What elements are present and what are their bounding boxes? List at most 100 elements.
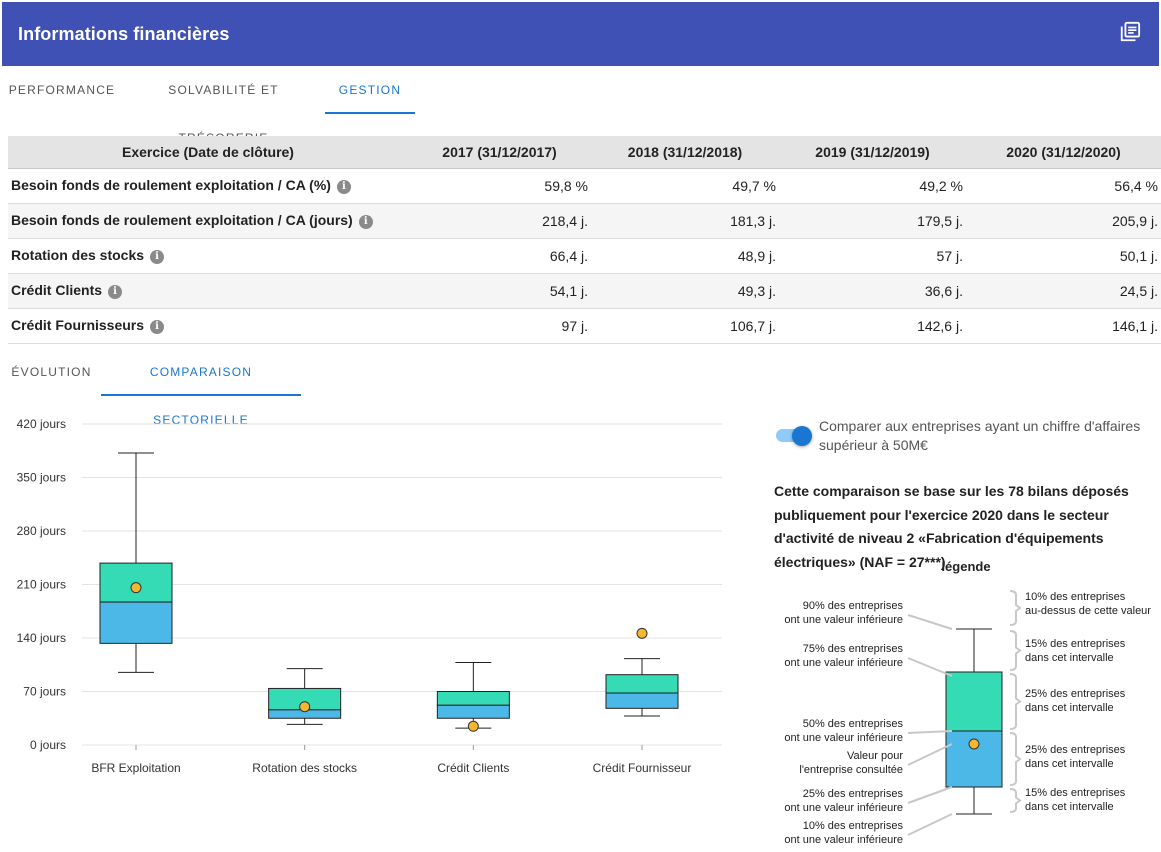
column-header: 2018 (31/12/2018): [591, 136, 779, 169]
legend-pointer-arrow: [907, 730, 953, 734]
box-lower-quartile: [436, 704, 510, 719]
column-header: 2017 (31/12/2017): [408, 136, 591, 169]
info-icon[interactable]: i: [358, 215, 373, 229]
x-category-label: Rotation des stocks: [252, 761, 357, 775]
table-cell: 66,4 j.: [408, 238, 591, 274]
legend-bracket: [1009, 630, 1022, 671]
table-cell: 218,4 j.: [408, 203, 591, 239]
table-cell: 146,1 j.: [966, 308, 1161, 344]
table-cell: 36,6 j.: [779, 273, 966, 309]
box-upper-quartile: [436, 691, 510, 706]
legend-right-label: dans cet intervalle: [1025, 702, 1114, 714]
toggle-knob: [792, 426, 812, 446]
info-icon[interactable]: i: [108, 285, 123, 299]
table-cell: 54,1 j.: [408, 273, 591, 309]
legend-right-label: dans cet intervalle: [1025, 652, 1114, 664]
legend-right-label: 25% des entreprises: [1025, 688, 1126, 700]
legend-bracket: [1009, 788, 1022, 813]
column-header: Exercice (Date de clôture): [8, 136, 408, 169]
tab-solvabilite-tresorerie[interactable]: SOLVABILITÉ ET TRÉSORERIE: [122, 66, 325, 145]
info-icon[interactable]: i: [150, 320, 165, 334]
table-cell: 205,9 j.: [966, 203, 1161, 239]
compare-toggle[interactable]: [774, 426, 812, 446]
company-value-marker: [636, 627, 648, 639]
row-label: Crédit Clients: [11, 282, 103, 298]
legend-pointer-arrow: [907, 657, 953, 677]
sector-boxplot-chart: 0 jours 70 jours 140 jours 210 jours 280 jou…: [17, 417, 722, 775]
legend-left-label: ont une valeur inférieure: [784, 834, 903, 846]
column-header: 2020 (31/12/2020): [966, 136, 1161, 169]
table-cell: 179,5 j.: [779, 203, 966, 239]
toggle-label: Comparer aux entreprises ayant un chiffr…: [819, 418, 1141, 453]
company-value-marker: [467, 720, 479, 732]
legend-right-label: 10% des entreprises: [1025, 591, 1126, 603]
table-cell: 181,3 j.: [591, 203, 779, 239]
legend-bracket: [1009, 673, 1022, 730]
legend-right-label: dans cet intervalle: [1025, 801, 1114, 813]
y-tick-label: 70 jours: [23, 685, 66, 699]
table-cell: 24,5 j.: [966, 273, 1161, 309]
row-label-cell: Crédit Clients i: [8, 273, 408, 309]
legend-left-label: ont une valeur inférieure: [784, 732, 903, 744]
y-tick-label: 0 jours: [30, 738, 66, 752]
row-label-cell: Besoin fonds de roulement exploitation /…: [8, 168, 408, 204]
legend-pointer-arrow: [907, 614, 953, 630]
table-cell: 56,4 %: [966, 168, 1161, 204]
row-label-cell: Rotation des stocks i: [8, 238, 408, 274]
table-cell: 48,9 j.: [591, 238, 779, 274]
y-tick-label: 280 jours: [17, 524, 66, 538]
info-icon[interactable]: i: [150, 250, 165, 264]
info-icon[interactable]: i: [336, 180, 351, 194]
legend-pointer-arrow: [907, 813, 953, 836]
legend-bracket: [1009, 732, 1022, 786]
legend-box-upper: [945, 671, 1003, 732]
table-row: Crédit Fournisseurs i 97 j. 106,7 j. 142,…: [8, 308, 1161, 344]
table-row: Besoin fonds de roulement exploitation /…: [8, 203, 1161, 239]
legend-right-label: 15% des entreprises: [1025, 638, 1126, 650]
legend-left-label: Valeur pour: [847, 750, 903, 762]
legend-left-label: 50% des entreprises: [803, 718, 904, 730]
table-cell: 49,2 %: [779, 168, 966, 204]
table-cell: 49,7 %: [591, 168, 779, 204]
box-lower-quartile: [605, 692, 679, 709]
boxplot-legend: légende 90% des entreprises ont une valeur…: [784, 559, 1151, 846]
y-tick-label: 140 jours: [17, 631, 66, 645]
tab-performance[interactable]: PERFORMANCE: [2, 66, 122, 114]
legend-right-label: au-dessus de cette valeur: [1025, 605, 1151, 617]
row-label: Rotation des stocks: [11, 247, 145, 263]
table-cell: 142,6 j.: [779, 308, 966, 344]
legend-right-label: 25% des entreprises: [1025, 744, 1126, 756]
table-cell: 57 j.: [779, 238, 966, 274]
table-row: Besoin fonds de roulement exploitation /…: [8, 168, 1161, 204]
legend-left-label: ont une valeur inférieure: [784, 614, 903, 626]
company-value-marker: [130, 582, 142, 594]
table-header-row: Exercice (Date de clôture) 2017 (31/12/2…: [8, 136, 1161, 169]
x-category-label: BFR Exploitation: [91, 761, 180, 775]
app-header: Informations financières: [2, 2, 1159, 66]
library-books-icon[interactable]: [1119, 21, 1141, 43]
chart-tabs: ÉVOLUTION COMPARAISON SECTORIELLE: [2, 348, 312, 427]
table-cell: 59,8 %: [408, 168, 591, 204]
x-category-label: Crédit Clients: [437, 761, 509, 775]
table-cell: 106,7 j.: [591, 308, 779, 344]
column-header: 2019 (31/12/2019): [779, 136, 966, 169]
tab-comparaison-sectorielle[interactable]: COMPARAISON SECTORIELLE: [101, 348, 301, 427]
row-label: Besoin fonds de roulement exploitation /…: [11, 212, 353, 228]
table-row: Rotation des stocks i 66,4 j. 48,9 j. 57 …: [8, 238, 1161, 274]
row-label-cell: Besoin fonds de roulement exploitation /…: [8, 203, 408, 239]
legend-left-label: ont une valeur inférieure: [784, 802, 903, 814]
legend-right-label: dans cet intervalle: [1025, 758, 1114, 770]
legend-pointer-arrow: [907, 743, 953, 766]
main-tabs: PERFORMANCE SOLVABILITÉ ET TRÉSORERIE GE…: [2, 66, 422, 145]
y-tick-label: 350 jours: [17, 471, 66, 485]
row-label: Crédit Fournisseurs: [11, 317, 145, 333]
tab-evolution[interactable]: ÉVOLUTION: [2, 348, 101, 396]
box-lower-quartile: [99, 601, 173, 644]
legend-title: légende: [941, 559, 990, 574]
legend-left-label: 10% des entreprises: [803, 820, 904, 832]
y-tick-label: 210 jours: [17, 578, 66, 592]
row-label-cell: Crédit Fournisseurs i: [8, 308, 408, 344]
financial-table: Exercice (Date de clôture) 2017 (31/12/2…: [8, 136, 1161, 344]
tab-gestion[interactable]: GESTION: [325, 66, 415, 114]
box-upper-quartile: [605, 674, 679, 694]
